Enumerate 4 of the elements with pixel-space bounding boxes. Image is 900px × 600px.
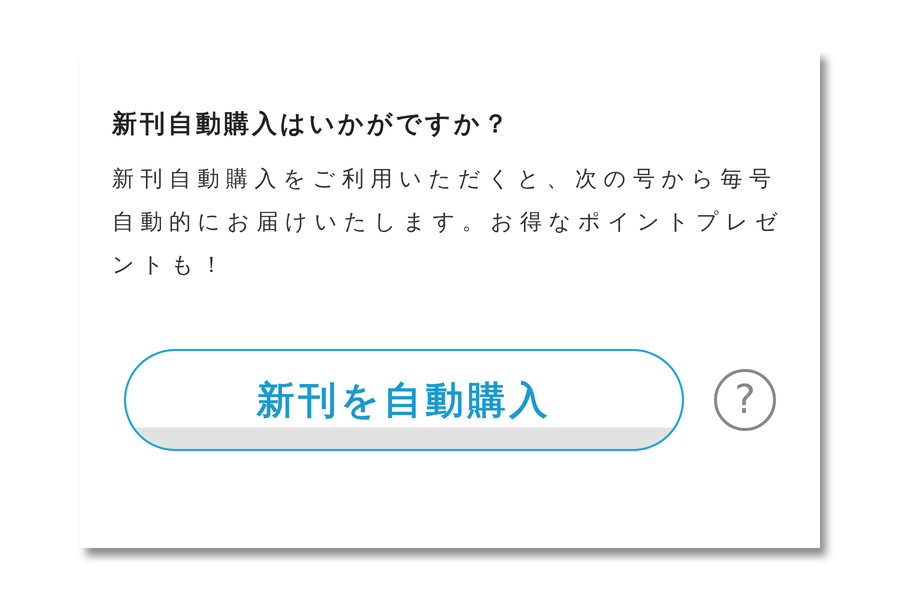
dialog-title: 新刊自動購入はいかがですか？: [112, 108, 512, 140]
auto-purchase-button[interactable]: 新刊を自動購入: [124, 349, 684, 451]
description-text: 新刊自動購入をご利用いただくと、次の号から毎号自動的にお届けいたします。お得なポイントプレゼントも！: [112, 166, 786, 280]
help-icon[interactable]: ?: [714, 369, 776, 431]
